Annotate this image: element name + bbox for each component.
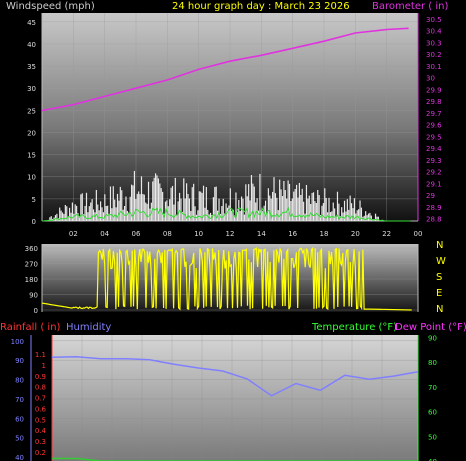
dew-point-label: Dew Point (°F) bbox=[395, 322, 466, 333]
rain-tick-label: 1 bbox=[42, 362, 46, 370]
direction-tick-label: 0 bbox=[34, 307, 38, 315]
rainfall-label: Rainfall ( in) bbox=[0, 322, 61, 333]
y-right-tick-label: 30.2 bbox=[426, 51, 442, 59]
y-left-tick-label: 15 bbox=[27, 152, 36, 160]
y-left-tick-label: 10 bbox=[27, 174, 36, 182]
temp-tick-label: 60 bbox=[428, 409, 437, 417]
x-tick-label: 22 bbox=[382, 230, 391, 238]
compass-label: N bbox=[436, 240, 443, 251]
direction-tick-label: 360 bbox=[25, 245, 38, 253]
rain-tick-label: 0.5 bbox=[35, 416, 46, 424]
x-tick-label: 20 bbox=[351, 230, 360, 238]
rain-tick-label: 0.2 bbox=[35, 449, 46, 457]
humidity-tick-label: 70 bbox=[15, 396, 24, 404]
direction-tick-label: 90 bbox=[29, 292, 38, 300]
temp-tick-label: 50 bbox=[428, 433, 437, 441]
x-tick-label: 02 bbox=[69, 230, 78, 238]
y-right-tick-label: 28.8 bbox=[426, 216, 442, 224]
rain-tick-label: 0.4 bbox=[35, 427, 47, 435]
y-right-tick-label: 29.6 bbox=[426, 122, 442, 130]
y-left-tick-label: 30 bbox=[27, 85, 36, 93]
rain-tick-label: 0.6 bbox=[35, 405, 47, 413]
y-left-tick-label: 25 bbox=[27, 107, 36, 115]
x-tick-label: 18 bbox=[320, 230, 329, 238]
y-right-tick-label: 29.7 bbox=[426, 110, 442, 118]
y-right-tick-label: 30.1 bbox=[426, 63, 442, 71]
x-tick-label: 10 bbox=[194, 230, 203, 238]
y-left-tick-label: 20 bbox=[27, 129, 36, 137]
humidity-tick-label: 50 bbox=[15, 435, 24, 443]
y-right-tick-label: 29.3 bbox=[426, 157, 442, 165]
temperature-label: Temperature (°F) bbox=[311, 322, 397, 333]
rain-tick-label: 0.9 bbox=[35, 373, 46, 381]
chart-title: 24 hour graph day : March 23 2026 bbox=[172, 1, 350, 12]
x-tick-label: 00 bbox=[414, 230, 423, 238]
direction-tick-label: 180 bbox=[25, 276, 38, 284]
y-left-tick-label: 35 bbox=[27, 63, 36, 71]
humidity-tick-label: 40 bbox=[15, 454, 24, 461]
humidity-tick-label: 90 bbox=[15, 357, 24, 365]
x-tick-label: 04 bbox=[100, 230, 109, 238]
x-tick-label: 14 bbox=[257, 230, 266, 238]
temp-tick-label: 80 bbox=[428, 359, 437, 367]
humidity-tick-label: 60 bbox=[15, 415, 24, 423]
y-right-tick-label: 30 bbox=[426, 75, 435, 83]
rain-tick-label: 0.8 bbox=[35, 384, 46, 392]
x-tick-label: 12 bbox=[226, 230, 235, 238]
y-right-tick-label: 29 bbox=[426, 192, 435, 200]
compass-label: N bbox=[436, 304, 443, 315]
compass-label: E bbox=[436, 288, 442, 299]
y-right-tick-label: 30.3 bbox=[426, 39, 442, 47]
y-right-tick-label: 30.4 bbox=[426, 28, 442, 36]
y-right-tick-label: 29.4 bbox=[426, 145, 442, 153]
x-tick-label: 08 bbox=[163, 230, 172, 238]
x-tick-label: 06 bbox=[132, 230, 141, 238]
y-left-tick-label: 5 bbox=[32, 196, 36, 204]
temp-tick-label: 70 bbox=[428, 384, 437, 392]
y-left-tick-label: 45 bbox=[27, 19, 36, 27]
compass-label: S bbox=[436, 272, 442, 283]
y-right-tick-label: 29.2 bbox=[426, 169, 442, 177]
humidity-plot-area bbox=[52, 335, 418, 461]
direction-tick-label: 270 bbox=[25, 261, 38, 269]
x-tick-label: 16 bbox=[288, 230, 297, 238]
weather-charts: 05101520253035404502 04 06 08 10 12 14 16 18 20 22… bbox=[0, 1, 466, 461]
weather-graph-page: 0 5 10 15 20 25 30 35 40 45 02 04 06 08 10 12 14 16 18 20 22… bbox=[0, 0, 466, 461]
barometer-label: Barometer ( in) bbox=[372, 1, 448, 12]
y-right-tick-label: 29.5 bbox=[426, 133, 442, 141]
rain-tick-label: 0.3 bbox=[35, 438, 46, 446]
y-right-tick-label: 29.1 bbox=[426, 180, 442, 188]
humidity-label: Humidity bbox=[66, 322, 111, 333]
rain-tick-label: 1.1 bbox=[35, 351, 46, 359]
compass-label: W bbox=[436, 256, 446, 267]
humidity-tick-label: 100 bbox=[11, 338, 24, 346]
windspeed-label: Windspeed (mph) bbox=[6, 1, 95, 12]
y-right-tick-label: 29.9 bbox=[426, 86, 442, 94]
rain-tick-label: 0.7 bbox=[35, 395, 46, 403]
temp-tick-label: 90 bbox=[428, 334, 437, 342]
y-right-tick-label: 28.9 bbox=[426, 204, 442, 212]
y-right-tick-label: 29.8 bbox=[426, 98, 442, 106]
y-left-tick-label: 0 bbox=[32, 218, 36, 226]
y-left-tick-label: 40 bbox=[27, 41, 36, 49]
y-right-tick-label: 30.5 bbox=[426, 16, 442, 24]
humidity-tick-label: 80 bbox=[15, 377, 24, 385]
